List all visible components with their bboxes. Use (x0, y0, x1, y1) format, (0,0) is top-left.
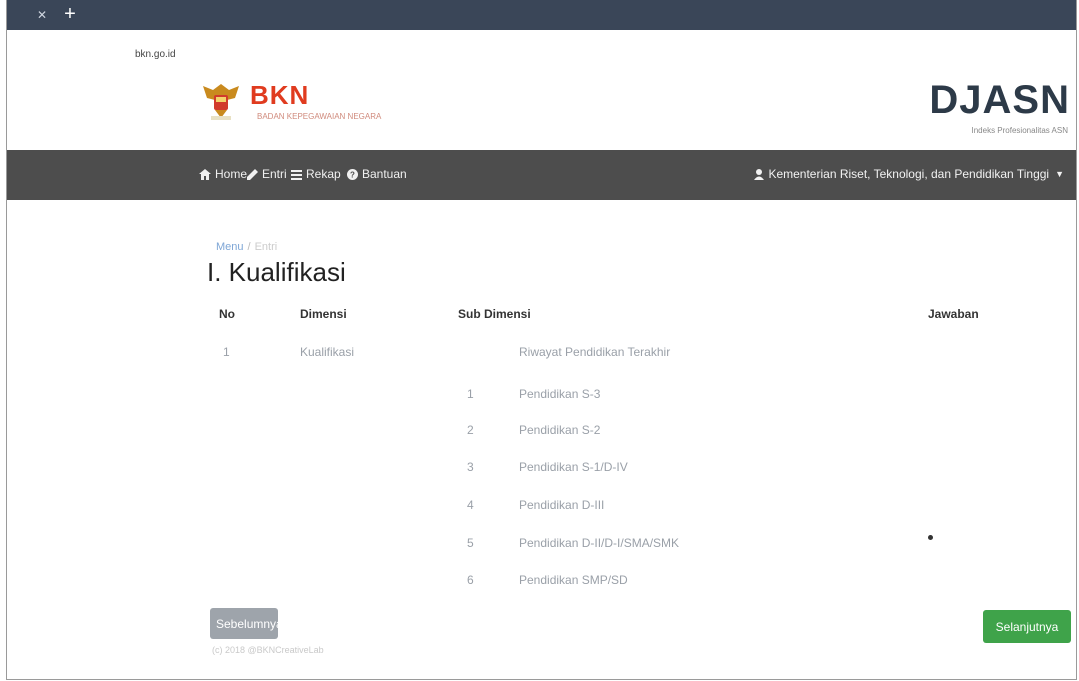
nav-bantuan-label: Bantuan (362, 167, 407, 181)
footer-copyright: (c) 2018 @BKNCreativeLab (212, 645, 324, 655)
option-number: 2 (467, 423, 474, 437)
brand-title: DJASN (929, 78, 1070, 122)
breadcrumb: Menu / Entri (216, 241, 277, 253)
column-header-dimensi: Dimensi (300, 307, 347, 321)
logo-text[interactable]: BKN (250, 80, 309, 111)
home-icon (199, 168, 211, 180)
logo-subtitle: BADAN KEPEGAWAIAN NEGARA (257, 112, 382, 121)
nav-home-label: Home (215, 167, 248, 181)
nav-entri[interactable]: Entri (247, 167, 287, 181)
option-label[interactable]: Pendidikan S-1/D-IV (519, 460, 628, 474)
nav-entri-label: Entri (262, 167, 287, 181)
browser-window: ✕ + bkn.go.id BKN BADAN KEPEGAWAIAN NEGA… (6, 0, 1077, 680)
nav-rekap-label: Rekap (306, 167, 341, 181)
row-sub-title: Riwayat Pendidikan Terakhir (519, 345, 671, 359)
caret-down-icon: ▼ (1055, 169, 1064, 179)
column-header-sub-dimensi: Sub Dimensi (458, 307, 531, 321)
svg-text:?: ? (350, 170, 355, 179)
user-menu[interactable]: Kementerian Riset, Teknologi, dan Pendid… (754, 167, 1064, 181)
breadcrumb-home[interactable]: Menu (216, 241, 244, 253)
option-number: 4 (467, 498, 474, 512)
close-tab-icon[interactable]: ✕ (35, 8, 49, 22)
browser-tab-bar: ✕ + (7, 0, 1076, 30)
row-dimensi: Kualifikasi (300, 345, 355, 359)
option-label[interactable]: Pendidikan D-II/D-I/SMA/SMK (519, 536, 679, 550)
user-menu-label: Kementerian Riset, Teknologi, dan Pendid… (768, 167, 1050, 181)
option-label[interactable]: Pendidikan S-2 (519, 423, 600, 437)
option-label[interactable]: Pendidikan S-3 (519, 387, 600, 401)
breadcrumb-current: Entri (254, 241, 278, 253)
option-number: 6 (467, 573, 474, 587)
breadcrumb-separator: / (247, 241, 251, 253)
column-header-jawaban: Jawaban (928, 307, 979, 321)
previous-button[interactable]: Sebelumnya (210, 608, 283, 639)
option-number: 3 (467, 460, 474, 474)
nav-rekap[interactable]: Rekap (291, 167, 341, 181)
next-button[interactable]: Selanjutnya (983, 610, 1071, 643)
brand-subtitle: Indeks Profesionalitas ASN (971, 126, 1069, 135)
new-tab-icon[interactable]: + (61, 3, 79, 25)
column-header-no: No (219, 307, 235, 321)
list-icon (291, 169, 302, 180)
question-icon: ? (347, 168, 358, 180)
nav-bantuan[interactable]: ? Bantuan (347, 167, 407, 181)
option-number: 1 (467, 387, 474, 401)
nav-home[interactable]: Home (199, 167, 247, 181)
garuda-emblem-icon (203, 84, 239, 120)
url-text[interactable]: bkn.go.id (135, 49, 176, 60)
pencil-icon (247, 168, 258, 180)
answer-radio-selected[interactable] (928, 535, 933, 540)
user-icon (754, 168, 765, 180)
option-label[interactable]: Pendidikan D-III (519, 498, 604, 512)
page-title: I. Kualifikasi (207, 257, 346, 287)
option-label[interactable]: Pendidikan SMP/SD (519, 573, 628, 587)
row-number: 1 (223, 345, 230, 359)
option-number: 5 (467, 536, 474, 550)
